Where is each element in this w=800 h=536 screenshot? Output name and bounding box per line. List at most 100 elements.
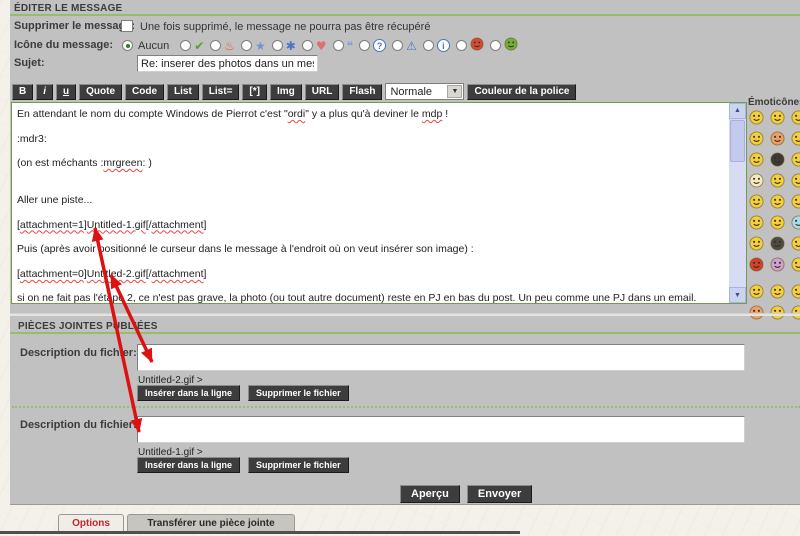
icon-none-radio[interactable]	[122, 40, 133, 51]
section-separator	[10, 313, 800, 316]
message-line	[17, 256, 725, 268]
img-button[interactable]: Img	[270, 84, 302, 100]
message-icon-radio[interactable]	[392, 40, 403, 51]
message-icon-radio[interactable]	[423, 40, 434, 51]
message-icon-radio[interactable]	[359, 40, 370, 51]
scroll-up-icon[interactable]: ▲	[729, 103, 746, 119]
emoticon-biggrin[interactable]	[770, 110, 785, 125]
list-button[interactable]: List	[167, 84, 199, 100]
checkmark-icon[interactable]: ✔	[194, 39, 204, 53]
message-line: (on est méchants :mrgreen: )	[17, 157, 725, 169]
message-icon-radio[interactable]	[241, 40, 252, 51]
message-icon-radio[interactable]	[180, 40, 191, 51]
warning-icon[interactable]: ⚠	[406, 39, 417, 53]
emoticon-arrow[interactable]	[770, 152, 785, 167]
message-line	[17, 169, 725, 181]
file-description-input[interactable]	[137, 344, 745, 371]
message-text: En attendant le nom du compte Windows de…	[12, 103, 729, 303]
description-label: Description du fichier:	[20, 347, 137, 359]
tab-upload-attachment[interactable]: Transférer une pièce jointe	[127, 514, 295, 531]
emoticon-cool[interactable]	[791, 173, 800, 188]
delete-file-button[interactable]: Supprimer le fichier	[248, 457, 349, 473]
fire-icon[interactable]: ♨	[224, 39, 235, 53]
emoticon-happy[interactable]	[749, 215, 764, 230]
italic-button[interactable]: i	[36, 84, 53, 100]
delete-message-label: Supprimer le message:	[14, 20, 135, 32]
underline-button[interactable]: u	[56, 84, 76, 100]
emoticon-smile[interactable]	[749, 110, 764, 125]
emoticon-sunny[interactable]	[749, 236, 764, 251]
attachments-title: PIÈCES JOINTES PUBLIÉES	[18, 321, 158, 332]
tab-underline	[0, 531, 520, 534]
mrgreen-smiley-icon[interactable]	[504, 37, 518, 54]
ball-icon[interactable]: ✱	[286, 39, 296, 53]
angry-smiley-icon[interactable]	[470, 37, 484, 54]
url-button[interactable]: URL	[305, 84, 340, 100]
quote-button[interactable]: Quote	[79, 84, 122, 100]
delete-message-hint: Une fois supprimé, le message ne pourra …	[140, 21, 430, 33]
message-line: Aller une piste...	[17, 194, 725, 206]
emoticon-confused[interactable]	[791, 194, 800, 209]
emoticon-rolleyes[interactable]	[770, 194, 785, 209]
font-size-value: Normale	[390, 86, 432, 98]
message-line	[17, 206, 725, 218]
speech-bubble-icon[interactable]: ❝	[347, 39, 353, 53]
message-icon-radio[interactable]	[456, 40, 467, 51]
message-icon-radio[interactable]	[210, 40, 221, 51]
insert-inline-button[interactable]: Insérer dans la ligne	[137, 457, 240, 473]
message-icon-radio[interactable]	[272, 40, 283, 51]
bold-button[interactable]: B	[12, 84, 33, 100]
heart-icon[interactable]: ♥	[316, 39, 327, 53]
emoticon-surprised[interactable]	[791, 152, 800, 167]
emoticon-angry[interactable]	[749, 257, 764, 272]
emoticon-embarrassed[interactable]	[770, 131, 785, 146]
tab-options[interactable]: Options	[58, 514, 124, 531]
scroll-down-icon[interactable]: ▼	[729, 287, 746, 303]
emoticon-eh[interactable]	[770, 215, 785, 230]
scrollbar-thumb[interactable]	[730, 120, 745, 162]
message-line	[17, 280, 725, 292]
list-item-button[interactable]: [*]	[242, 84, 267, 100]
message-line: [attachment=1]Untitled-1.gif[/attachment…	[17, 219, 725, 231]
info-icon[interactable]: i	[437, 39, 450, 52]
emoticon-cry[interactable]	[791, 257, 800, 272]
emoticon-frozen[interactable]	[791, 236, 800, 251]
message-textarea[interactable]: En attendant le nom du compte Windows de…	[11, 102, 747, 304]
message-icon-radio[interactable]	[302, 40, 313, 51]
message-icon-radio[interactable]	[490, 40, 501, 51]
code-button[interactable]: Code	[125, 84, 164, 100]
emoticon-sweat[interactable]	[770, 284, 785, 299]
preview-button[interactable]: Aperçu	[400, 485, 460, 503]
subject-input[interactable]	[137, 55, 318, 72]
file-description-input[interactable]	[137, 416, 745, 443]
message-icon-radio[interactable]	[333, 40, 344, 51]
message-line: En attendant le nom du compte Windows de…	[17, 108, 725, 120]
question-icon[interactable]: ?	[373, 39, 386, 52]
font-size-select[interactable]: Normale ▼	[385, 83, 464, 100]
submit-button[interactable]: Envoyer	[467, 485, 532, 503]
emoticon-lol[interactable]	[749, 194, 764, 209]
message-line	[17, 145, 725, 157]
emoticon-wink[interactable]	[791, 131, 800, 146]
star-icon[interactable]: ★	[255, 39, 266, 53]
message-scrollbar[interactable]: ▲ ▼	[729, 103, 746, 303]
flash-button[interactable]: Flash	[342, 84, 382, 100]
chevron-down-icon: ▼	[447, 85, 462, 98]
font-color-button[interactable]: Couleur de la police	[467, 84, 576, 100]
emoticon-whistle[interactable]	[791, 284, 800, 299]
delete-message-checkbox[interactable]	[121, 20, 133, 32]
emoticon-rofl[interactable]	[749, 284, 764, 299]
ordered-list-button[interactable]: List=	[202, 84, 240, 100]
emoticon-neutral[interactable]	[770, 173, 785, 188]
header-rule	[10, 14, 800, 16]
message-line: Puis (après avoir positionné le curseur …	[17, 243, 725, 255]
emoticon-laughing[interactable]	[791, 110, 800, 125]
emoticon-moustache[interactable]	[770, 236, 785, 251]
emoticon-angel[interactable]	[749, 173, 764, 188]
delete-file-button[interactable]: Supprimer le fichier	[248, 385, 349, 401]
emoticon-idea[interactable]	[749, 152, 764, 167]
insert-inline-button[interactable]: Insérer dans la ligne	[137, 385, 240, 401]
emoticon-shock[interactable]	[791, 215, 800, 230]
emoticon-dizzy[interactable]	[770, 257, 785, 272]
emoticon-razz[interactable]	[749, 131, 764, 146]
